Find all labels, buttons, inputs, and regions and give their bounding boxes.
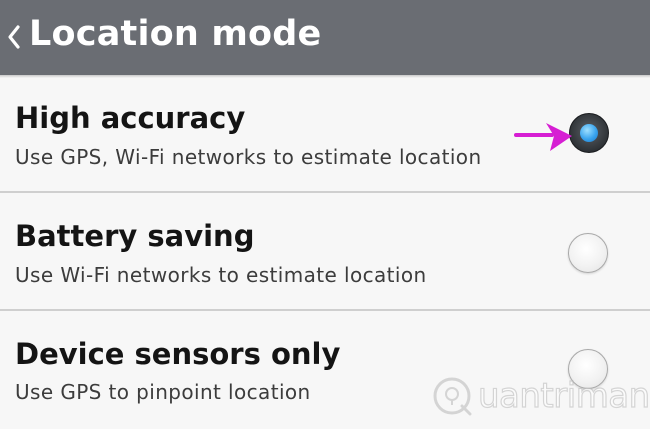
option-description: Use GPS, Wi-Fi networks to estimate loca… xyxy=(15,145,482,169)
radio-button[interactable] xyxy=(568,233,608,273)
option-title: Battery saving xyxy=(15,219,255,253)
option-title: Device sensors only xyxy=(15,337,341,371)
action-bar[interactable]: Location mode xyxy=(0,0,650,75)
option-battery-saving[interactable]: Battery saving Use Wi-Fi networks to est… xyxy=(0,193,650,310)
option-title: High accuracy xyxy=(15,101,246,135)
radio-button-selected[interactable] xyxy=(569,113,609,153)
option-description: Use GPS to pinpoint location xyxy=(15,380,311,404)
location-mode-screen: Location mode High accuracy Use GPS, Wi-… xyxy=(0,0,650,429)
watermark: uantrimang xyxy=(430,372,650,424)
option-description: Use Wi-Fi networks to estimate location xyxy=(15,263,427,287)
watermark-text: uantrimang xyxy=(477,375,650,416)
arrow-right-icon xyxy=(514,123,572,151)
radio-selected-dot xyxy=(580,124,598,142)
page-title: Location mode xyxy=(29,14,322,54)
chevron-left-icon[interactable] xyxy=(6,23,22,51)
bulb-q-icon xyxy=(433,377,472,416)
